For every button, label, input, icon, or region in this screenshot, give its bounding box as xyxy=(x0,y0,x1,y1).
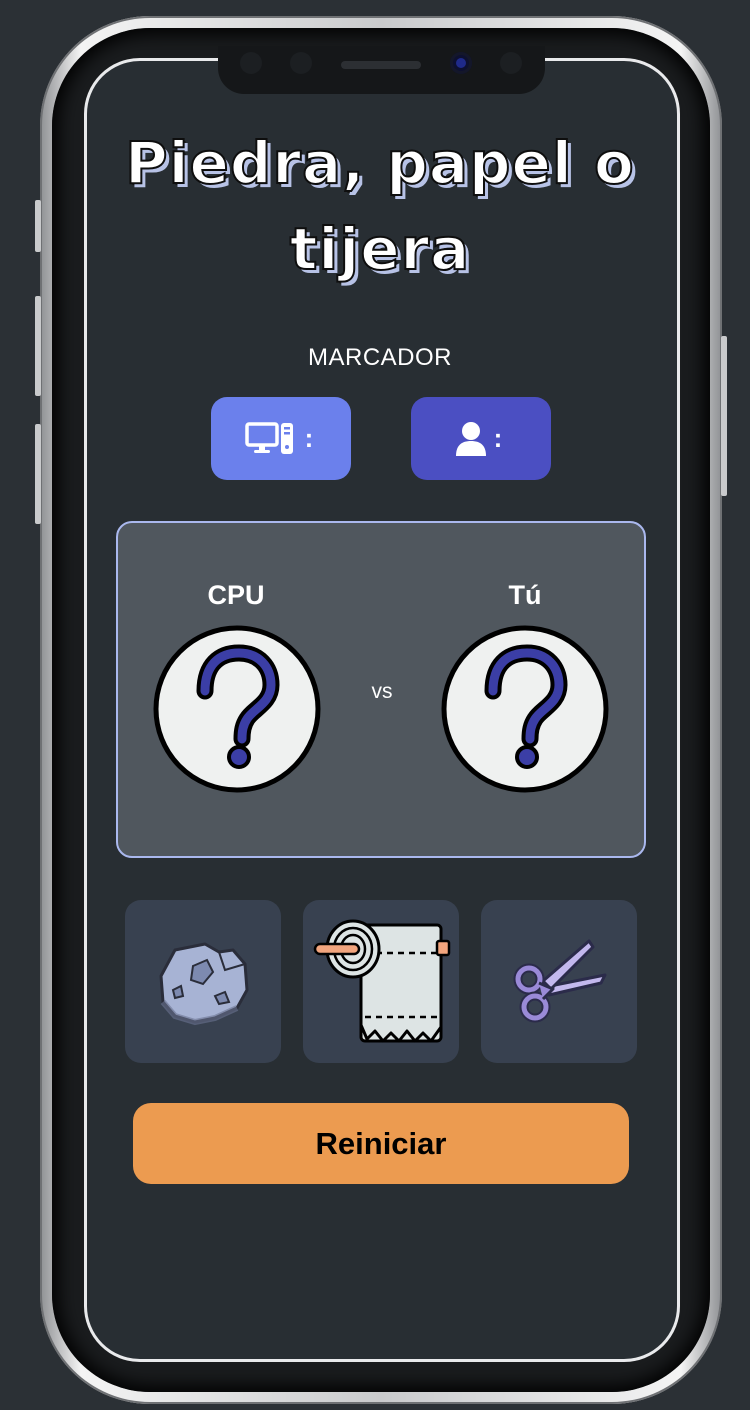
side-button-mute xyxy=(35,200,41,252)
page-title: Piedra, papel o tijera xyxy=(124,128,635,284)
side-button-volume-down xyxy=(35,424,41,524)
question-mark-icon xyxy=(153,625,321,793)
sensor-dot xyxy=(240,52,262,74)
sensor-dot xyxy=(500,52,522,74)
user-icon xyxy=(455,421,486,456)
phone-notch xyxy=(218,46,545,94)
user-score-button[interactable]: : xyxy=(411,397,551,480)
cpu-choice-display xyxy=(153,625,321,793)
versus-label: vs xyxy=(371,680,393,703)
scissors-icon xyxy=(513,939,607,1022)
scoreboard-label: MARCADOR xyxy=(307,344,452,371)
rock-choice-button[interactable] xyxy=(125,900,281,1063)
rock-icon xyxy=(159,942,249,1025)
paper-choice-button[interactable] xyxy=(303,900,459,1063)
cpu-label: CPU xyxy=(207,580,265,610)
question-mark-icon xyxy=(441,625,609,793)
computer-icon xyxy=(244,421,293,454)
cpu-score-separator: : xyxy=(304,423,314,453)
side-button-power xyxy=(721,336,727,496)
sensor-dot xyxy=(290,52,312,74)
scissors-choice-button[interactable] xyxy=(481,900,637,1063)
user-score-separator: : xyxy=(493,423,503,453)
user-choice-display xyxy=(441,625,609,793)
cpu-score-button[interactable]: : xyxy=(211,397,351,480)
side-button-volume-up xyxy=(35,296,41,396)
speaker-grille xyxy=(341,61,421,69)
toilet-paper-icon xyxy=(313,919,451,1042)
restart-button[interactable]: Reiniciar xyxy=(133,1103,629,1184)
user-label: Tú xyxy=(508,580,542,610)
front-camera xyxy=(450,52,472,74)
